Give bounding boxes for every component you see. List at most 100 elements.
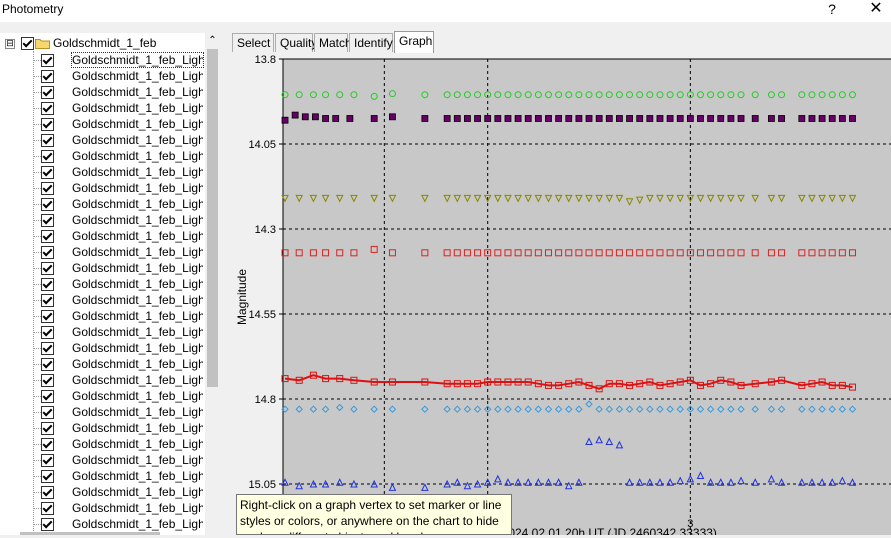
- tree-item[interactable]: Goldschmidt_1_feb_Light_0: [0, 388, 205, 404]
- tree-item-checkbox[interactable]: [41, 310, 54, 323]
- tree-item-checkbox[interactable]: [41, 502, 54, 515]
- tree-item-checkbox[interactable]: [41, 470, 54, 483]
- chart-svg[interactable]: 13.814.0514.314.5514.815.0523Magnitude20…: [229, 51, 891, 538]
- tree-item[interactable]: Goldschmidt_1_feb_Light_0: [0, 500, 205, 516]
- tree-item[interactable]: Goldschmidt_1_feb_Light_0: [0, 484, 205, 500]
- tree-guide-branch: [33, 380, 41, 381]
- tree-item[interactable]: Goldschmidt_1_feb_Light_0: [0, 148, 205, 164]
- data-point: [727, 115, 735, 122]
- tree-item-checkbox[interactable]: [41, 438, 54, 451]
- magnitude-chart[interactable]: 13.814.0514.314.5514.815.0523Magnitude20…: [229, 51, 891, 538]
- tree-guide-branch: [33, 428, 41, 429]
- tree-item-checkbox[interactable]: [41, 182, 54, 195]
- tree-item[interactable]: Goldschmidt_1_feb_Light_0: [0, 116, 205, 132]
- tree-item-checkbox[interactable]: [41, 86, 54, 99]
- tree-item-checkbox[interactable]: [41, 390, 54, 403]
- root-checkbox[interactable]: [21, 37, 34, 50]
- tree-item-label: Goldschmidt_1_feb_Light_0: [72, 341, 203, 355]
- tree-item[interactable]: Goldschmidt_1_feb_Light_0: [0, 132, 205, 148]
- tab-graph[interactable]: Graph: [394, 31, 434, 53]
- tree-item-checkbox[interactable]: [41, 102, 54, 115]
- tree-item[interactable]: Goldschmidt_1_feb_Light_0: [0, 164, 205, 180]
- tree-item[interactable]: Goldschmidt_1_feb_Light_0: [0, 308, 205, 324]
- tree-item[interactable]: Goldschmidt_1_feb_Light_0: [0, 292, 205, 308]
- tree-item-checkbox[interactable]: [41, 406, 54, 419]
- tree-item[interactable]: Goldschmidt_1_feb_Light_0: [0, 196, 205, 212]
- tree-item-label: Goldschmidt_1_feb_Light_0: [72, 165, 203, 179]
- tree-item[interactable]: Goldschmidt_1_feb_Light_0: [0, 244, 205, 260]
- tree-item[interactable]: Goldschmidt_1_feb_Light_0: [0, 180, 205, 196]
- tab-identify[interactable]: Identify: [349, 33, 393, 52]
- tree-item[interactable]: Goldschmidt_1_feb_Light_0: [0, 228, 205, 244]
- y-tick-label: 13.8: [255, 54, 276, 66]
- tree-item[interactable]: Goldschmidt_1_feb_Light_0: [0, 84, 205, 100]
- tab-select[interactable]: Select: [232, 33, 274, 52]
- tree-item-checkbox[interactable]: [41, 118, 54, 131]
- tree-item-label: Goldschmidt_1_feb_Light_0: [72, 69, 203, 83]
- tree-item[interactable]: Goldschmidt_1_feb_Light_0: [0, 372, 205, 388]
- tree-item[interactable]: Goldschmidt_1_feb_Light_0: [0, 68, 205, 84]
- tree-item-checkbox[interactable]: [41, 294, 54, 307]
- tree-item-label: Goldschmidt_1_feb_Light_0: [72, 149, 203, 163]
- tree-item[interactable]: Goldschmidt_1_feb_Light_0: [0, 52, 205, 68]
- tree-item-label: Goldschmidt_1_feb_Light_0: [72, 101, 203, 115]
- tree-item[interactable]: Goldschmidt_1_feb_Light_0: [0, 420, 205, 436]
- tree-item[interactable]: Goldschmidt_1_feb_Light_0: [0, 260, 205, 276]
- tree-item-checkbox[interactable]: [41, 454, 54, 467]
- tree-item-checkbox[interactable]: [41, 230, 54, 243]
- data-point: [707, 115, 715, 122]
- title-bar: Photometry ? ✕: [0, 0, 891, 22]
- tree-item[interactable]: Goldschmidt_1_feb_Light_0: [0, 276, 205, 292]
- tree-item-checkbox[interactable]: [41, 70, 54, 83]
- tree-item-checkbox[interactable]: [41, 358, 54, 371]
- tree-item[interactable]: Goldschmidt_1_feb_Light_0: [0, 340, 205, 356]
- tree-item-checkbox[interactable]: [41, 134, 54, 147]
- tree-item-checkbox[interactable]: [41, 326, 54, 339]
- tab-quality[interactable]: Quality: [275, 33, 317, 52]
- tree-item-checkbox[interactable]: [41, 54, 54, 67]
- tree-item-checkbox[interactable]: [41, 150, 54, 163]
- tree-item[interactable]: Goldschmidt_1_feb_Light_0: [0, 516, 205, 532]
- tree-item-checkbox[interactable]: [41, 246, 54, 259]
- tree-item-label: Goldschmidt_1_feb_Light_0: [72, 293, 203, 307]
- tree-item-checkbox[interactable]: [41, 342, 54, 355]
- tree-item-checkbox[interactable]: [41, 278, 54, 291]
- data-point: [453, 115, 461, 122]
- tab-match[interactable]: Match: [314, 33, 352, 52]
- tree-item-checkbox[interactable]: [41, 262, 54, 275]
- data-point: [656, 115, 664, 122]
- tree-item-checkbox[interactable]: [41, 486, 54, 499]
- tree-item-checkbox[interactable]: [41, 214, 54, 227]
- tree-guide-branch: [33, 92, 41, 93]
- tree-item-label: Goldschmidt_1_feb_Light_0: [72, 405, 203, 419]
- help-button[interactable]: ?: [817, 0, 847, 20]
- data-point: [332, 115, 340, 122]
- tree-item[interactable]: Goldschmidt_1_feb_Light_0: [0, 452, 205, 468]
- tree-item[interactable]: Goldschmidt_1_feb_Light_0: [0, 404, 205, 420]
- tree-item-checkbox[interactable]: [41, 198, 54, 211]
- tree-item[interactable]: Goldschmidt_1_feb_Light_0: [0, 468, 205, 484]
- tree-guide-branch: [33, 316, 41, 317]
- close-button[interactable]: ✕: [861, 0, 891, 20]
- data-point: [636, 115, 644, 122]
- tree-vertical-scrollbar[interactable]: ⌃: [205, 33, 220, 535]
- data-point: [443, 115, 451, 122]
- scroll-thumb[interactable]: [207, 49, 218, 387]
- tree-item-checkbox[interactable]: [41, 422, 54, 435]
- tree-item[interactable]: Goldschmidt_1_feb_Light_0: [0, 436, 205, 452]
- data-point: [464, 115, 471, 122]
- plot-background: [283, 59, 891, 535]
- tree-item[interactable]: Goldschmidt_1_feb_Light_0: [0, 356, 205, 372]
- tree-item-checkbox[interactable]: [41, 374, 54, 387]
- data-point: [585, 115, 593, 122]
- scroll-up-icon[interactable]: ⌃: [205, 35, 220, 47]
- tree-item[interactable]: Goldschmidt_1_feb_Light_0: [0, 212, 205, 228]
- data-point: [421, 115, 429, 122]
- tree-item-checkbox[interactable]: [41, 166, 54, 179]
- collapse-icon[interactable]: ⊟: [5, 39, 15, 49]
- tree-item[interactable]: Goldschmidt_1_feb_Light_0: [0, 100, 205, 116]
- tree-item-label: Goldschmidt_1_feb_Light_0: [72, 213, 203, 227]
- tree-item-label: Goldschmidt_1_feb_Light_0: [72, 117, 203, 131]
- tree-item[interactable]: Goldschmidt_1_feb_Light_0: [0, 324, 205, 340]
- tree-item-checkbox[interactable]: [41, 518, 54, 531]
